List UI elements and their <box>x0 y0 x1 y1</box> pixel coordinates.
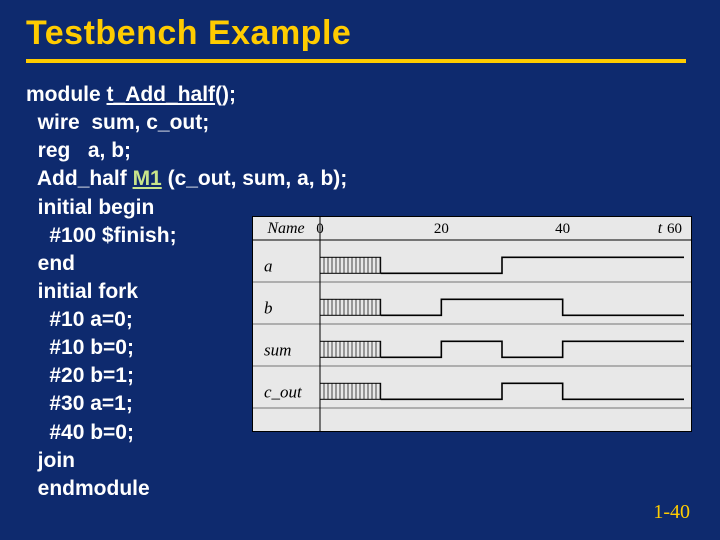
svg-text:0: 0 <box>316 221 324 237</box>
svg-text:b: b <box>264 298 273 317</box>
code-line: wire sum, c_out; <box>26 109 694 137</box>
code-text: (c_out, sum, a, b); <box>162 167 348 190</box>
svg-text:t: t <box>658 220 663 237</box>
timing-diagram: Name 0 20 40 t60 a b sum c_out <box>252 216 692 432</box>
code-text: Add_half <box>26 167 133 190</box>
code-line: module t_Add_half(); <box>26 81 694 109</box>
svg-text:a: a <box>264 256 273 275</box>
instance-name: M1 <box>133 167 162 190</box>
kw: module <box>26 83 107 106</box>
svg-text:sum: sum <box>264 340 291 359</box>
code-line: Add_half M1 (c_out, sum, a, b); <box>26 165 694 193</box>
code-line: endmodule <box>26 475 694 503</box>
svg-text:c_out: c_out <box>264 382 303 401</box>
page-title: Testbench Example <box>26 14 694 53</box>
svg-text:40: 40 <box>555 221 570 237</box>
page-number: 1-40 <box>653 501 690 524</box>
module-name: t_Add_half <box>107 83 216 106</box>
code-line: join <box>26 447 694 475</box>
svg-text:Name: Name <box>266 220 304 237</box>
svg-text:60: 60 <box>667 221 682 237</box>
code-line: reg a, b; <box>26 137 694 165</box>
svg-text:20: 20 <box>434 221 449 237</box>
title-rule <box>26 59 686 63</box>
code-text: (); <box>215 83 236 106</box>
